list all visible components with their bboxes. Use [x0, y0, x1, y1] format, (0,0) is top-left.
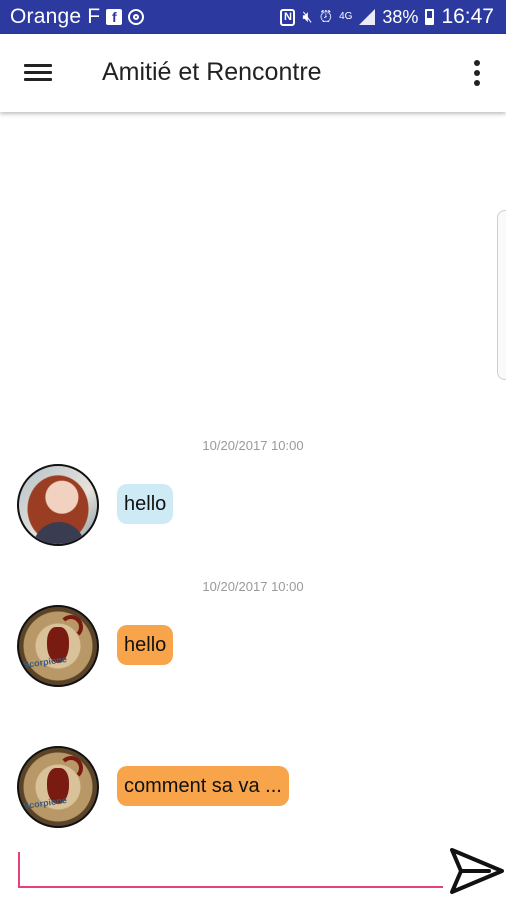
message-timestamp: 10/20/2017 10:00	[202, 579, 304, 594]
message-composer	[18, 852, 443, 890]
hamburger-menu-icon[interactable]	[24, 62, 52, 84]
message-bubble-sent[interactable]: comment sa va ...	[117, 766, 289, 806]
message-input[interactable]	[18, 852, 443, 886]
nfc-icon: N	[280, 8, 296, 26]
sync-icon	[128, 9, 145, 25]
facebook-icon: f	[106, 9, 123, 25]
avatar[interactable]	[17, 464, 99, 546]
carrier-name: Orange F	[10, 5, 101, 28]
avatar[interactable]: Scorpione	[17, 746, 99, 828]
input-underline	[18, 886, 443, 888]
message-bubble-received[interactable]: hello	[117, 484, 174, 524]
message-timestamp: 10/20/2017 10:00	[202, 438, 304, 453]
signal-icon	[359, 9, 376, 25]
send-arrow-icon[interactable]	[449, 846, 505, 896]
side-scroll-handle[interactable]	[497, 210, 506, 380]
status-bar-right: N 🔇︎ ⏰︎ 4G 38% 16:47	[280, 0, 494, 34]
network-type: 4G	[339, 11, 353, 22]
alarm-icon: ⏰︎	[319, 8, 333, 26]
status-bar: Orange F f N 🔇︎ ⏰︎ 4G 38% 16:47	[0, 0, 506, 34]
page-title: Amitié et Rencontre	[102, 58, 322, 86]
battery-percent: 38%	[382, 6, 419, 27]
message-bubble-sent[interactable]: hello	[117, 625, 174, 665]
clock: 16:47	[441, 5, 494, 28]
battery-icon	[425, 9, 435, 25]
mute-icon: 🔇︎	[302, 8, 313, 26]
more-vertical-icon[interactable]	[472, 60, 482, 88]
app-bar: Amitié et Rencontre	[0, 34, 506, 112]
avatar[interactable]: Scorpione	[17, 605, 99, 687]
